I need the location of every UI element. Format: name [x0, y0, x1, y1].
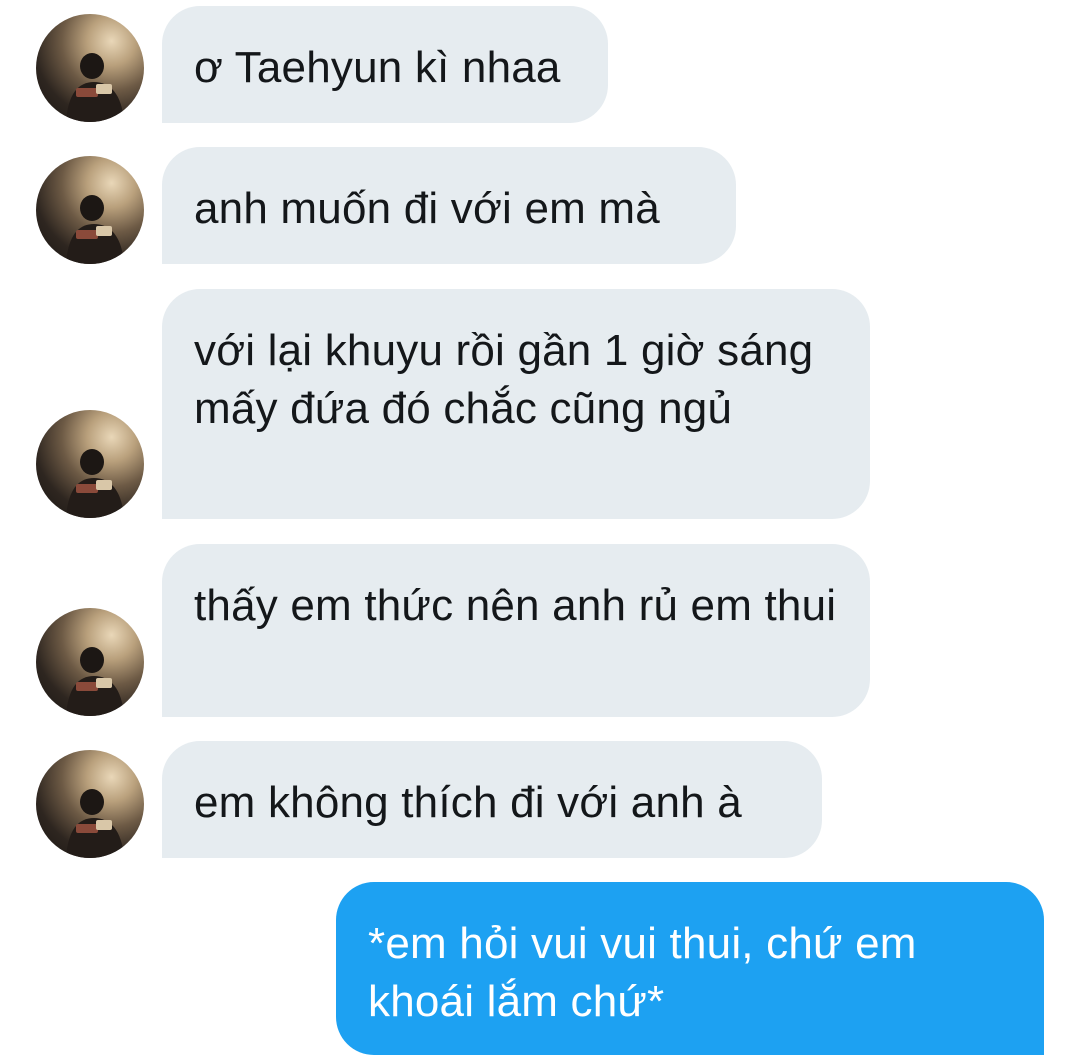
avatar-photo-icon — [66, 195, 124, 264]
message-bubble-incoming[interactable]: em không thích đi với anh à — [162, 741, 822, 858]
message-bubble-outgoing[interactable]: *em hỏi vui vui thui, chứ em khoái lắm c… — [336, 882, 1044, 1055]
message-text: với lại khuyu rồi gần 1 giờ sáng mấy đứa… — [194, 326, 814, 433]
message-bubble-incoming[interactable]: anh muốn đi với em mà — [162, 147, 736, 264]
avatar-photo-icon — [66, 647, 124, 716]
message-text: ơ Taehyun kì nhaa — [194, 43, 561, 92]
avatar-photo-icon — [66, 449, 124, 518]
message-bubble-incoming[interactable]: ơ Taehyun kì nhaa — [162, 6, 608, 123]
message-bubble-incoming[interactable]: với lại khuyu rồi gần 1 giờ sáng mấy đứa… — [162, 289, 870, 519]
avatar[interactable] — [36, 750, 144, 858]
avatar[interactable] — [36, 410, 144, 518]
message-bubble-incoming[interactable]: thấy em thức nên anh rủ em thui — [162, 544, 870, 717]
message-text: em không thích đi với anh à — [194, 778, 742, 827]
message-text: thấy em thức nên anh rủ em thui — [194, 581, 837, 630]
avatar[interactable] — [36, 156, 144, 264]
message-text: anh muốn đi với em mà — [194, 184, 660, 233]
avatar-photo-icon — [66, 53, 124, 122]
avatar[interactable] — [36, 14, 144, 122]
avatar-photo-icon — [66, 789, 124, 858]
avatar[interactable] — [36, 608, 144, 716]
message-text: *em hỏi vui vui thui, chứ em khoái lắm c… — [368, 919, 917, 1026]
